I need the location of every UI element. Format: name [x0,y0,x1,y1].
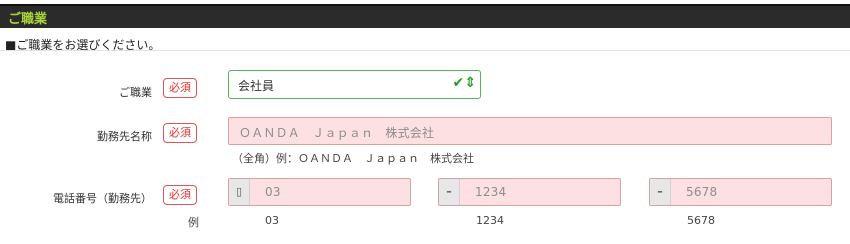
section-title: ご職業 [8,12,48,27]
required-badge: 必須 [163,185,197,205]
phone-icon: ▯ [229,179,250,205]
employer-input[interactable]: ＯＡＮＤＡ Ｊａｐａｎ 株式会社 [228,117,832,145]
phone-part3-placeholder: 5678 [686,185,718,199]
employer-placeholder: ＯＡＮＤＡ Ｊａｐａｎ 株式会社 [239,126,435,140]
required-badge: 必須 [163,78,197,98]
phone-part1-input[interactable]: ▯ 03 [228,178,411,206]
phone-example-1: 03 [265,214,279,227]
occupation-select[interactable]: 会社員 ✔⇕ [228,70,481,99]
required-badge: 必須 [163,123,197,143]
dash-icon: – [650,179,671,205]
example-label: 例 [188,216,199,229]
employer-label: 勤務先名称 [97,130,152,143]
phone-part2-input[interactable]: – 1234 [438,178,621,206]
phone-label: 電話番号（勤務先） [53,192,152,205]
phone-part1-placeholder: 03 [265,185,281,199]
phone-example-3: 5678 [687,214,715,227]
dash-icon: – [439,179,460,205]
phone-part3-input[interactable]: – 5678 [649,178,832,206]
phone-part2-placeholder: 1234 [475,185,507,199]
occupation-label: ご職業 [119,86,152,99]
employer-hint: （全角）例：ＯＡＮＤＡ Ｊａｐａｎ 株式会社 [232,152,474,165]
check-valid-icon: ✔⇕ [452,75,476,91]
divider [0,50,850,51]
occupation-selected-value: 会社員 [238,79,275,93]
phone-example-2: 1234 [476,214,504,227]
section-header: ご職業 [0,4,850,28]
